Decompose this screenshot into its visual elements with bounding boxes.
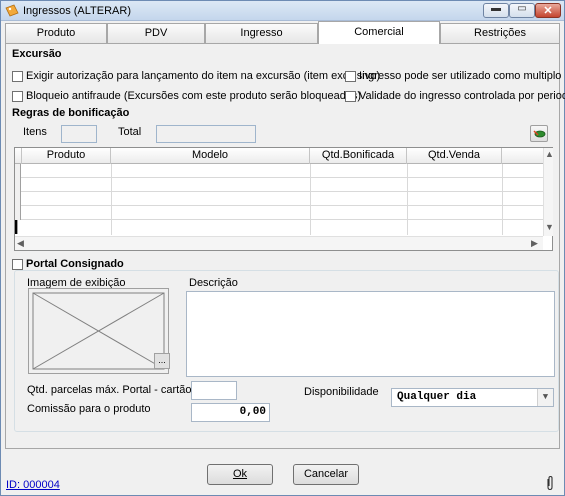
image-placeholder-icon xyxy=(32,292,165,370)
excursao-title: Excursão xyxy=(12,48,62,60)
portal-consignado-checkbox[interactable]: Portal Consignado xyxy=(12,257,124,271)
bonificacao-title: Regras de bonificação xyxy=(12,107,130,119)
portal-consignado-label: Portal Consignado xyxy=(26,258,124,270)
cancel-label: Cancelar xyxy=(303,468,349,480)
validade-periodo-label: Validade do ingresso controlada por peri… xyxy=(359,90,565,102)
checkbox-box[interactable] xyxy=(345,70,356,82)
column-divider xyxy=(502,164,503,235)
ok-label: Ok xyxy=(232,468,248,480)
parcelas-input[interactable] xyxy=(191,381,237,400)
column-divider xyxy=(407,164,408,235)
exigir-autorizacao-checkbox[interactable]: Exigir autorização para lançamento do it… xyxy=(12,69,380,83)
row-indicator xyxy=(15,192,21,206)
table-row[interactable] xyxy=(15,206,543,220)
title-bar[interactable]: Ingressos (ALTERAR) ▬ ▭ ✕ xyxy=(1,1,564,21)
row-indicator xyxy=(15,164,21,178)
close-icon: ✕ xyxy=(543,5,553,17)
grid-horizontal-scrollbar[interactable]: ◀ ▶ xyxy=(15,236,543,250)
portal-group: Imagem de exibição ... Descrição Qtd. pa… xyxy=(14,270,559,432)
total-field xyxy=(156,125,256,143)
descricao-label: Descrição xyxy=(189,277,238,289)
dialog-window: Ingressos (ALTERAR) ▬ ▭ ✕ Produto PDV In… xyxy=(0,0,565,496)
column-header-qtd-bonificada[interactable]: Qtd.Bonificada xyxy=(310,148,407,164)
cancel-button[interactable]: Cancelar xyxy=(293,464,359,485)
column-header-qtd-venda[interactable]: Qtd.Venda xyxy=(407,148,502,164)
row-indicator xyxy=(15,206,21,220)
checkbox-box[interactable] xyxy=(12,258,23,270)
row-indicator xyxy=(15,220,18,234)
table-row[interactable] xyxy=(15,220,543,234)
disponibilidade-select[interactable]: Qualquer dia ▼ xyxy=(391,388,554,407)
add-rule-button[interactable] xyxy=(530,125,548,142)
window-title: Ingressos (ALTERAR) xyxy=(23,5,131,17)
comissao-label: Comissão para o produto xyxy=(27,403,151,415)
itens-field xyxy=(61,125,97,143)
tab-comercial[interactable]: Comercial xyxy=(318,21,440,44)
disponibilidade-label: Disponibilidade xyxy=(304,386,379,398)
chevron-down-icon[interactable]: ▼ xyxy=(537,389,553,406)
total-label: Total xyxy=(118,126,142,138)
image-preview[interactable]: ... xyxy=(28,288,170,374)
tab-panel-comercial: Excursão Exigir autorização para lançame… xyxy=(5,43,565,449)
table-row[interactable] xyxy=(15,178,543,192)
paperclip-icon[interactable] xyxy=(545,475,555,491)
descricao-textarea[interactable] xyxy=(186,291,555,377)
tab-pdv[interactable]: PDV xyxy=(107,23,205,43)
tab-restricoes[interactable]: Restrições xyxy=(440,23,560,43)
scroll-up-icon[interactable]: ▲ xyxy=(545,149,554,159)
itens-label: Itens xyxy=(23,126,47,138)
disponibilidade-value: Qualquer dia xyxy=(397,391,477,403)
browse-image-button[interactable]: ... xyxy=(154,353,170,369)
parcelas-label: Qtd. parcelas máx. Portal - cartão xyxy=(27,384,192,396)
bonificacao-grid[interactable]: Produto Modelo Qtd.Bonificada Qtd.Venda … xyxy=(14,147,554,251)
record-id-link[interactable]: ID: 000004 xyxy=(6,479,60,491)
column-header-produto[interactable]: Produto xyxy=(22,148,111,164)
comissao-input[interactable]: 0,00 xyxy=(191,403,270,422)
row-indicator xyxy=(15,178,21,192)
bloqueio-antifraude-label: Bloqueio antifraude (Excursões com este … xyxy=(26,90,362,102)
column-header-modelo[interactable]: Modelo xyxy=(111,148,310,164)
tab-produto[interactable]: Produto xyxy=(5,23,107,43)
grid-header: Produto Modelo Qtd.Bonificada Qtd.Venda xyxy=(15,148,543,164)
eraser-icon xyxy=(533,130,546,138)
table-row[interactable] xyxy=(15,164,543,178)
close-button[interactable]: ✕ xyxy=(535,3,561,18)
ok-button[interactable]: Ok xyxy=(207,464,273,485)
maximize-button[interactable]: ▭ xyxy=(509,3,535,18)
bloqueio-antifraude-checkbox[interactable]: Bloqueio antifraude (Excursões com este … xyxy=(12,89,361,103)
ingresso-multiplo-label: Ingresso pode ser utilizado como multipl… xyxy=(359,70,562,82)
tab-strip: Produto PDV Ingresso Comercial Restriçõe… xyxy=(5,21,560,44)
scroll-down-icon[interactable]: ▼ xyxy=(545,222,554,232)
checkbox-box[interactable] xyxy=(12,70,23,82)
validade-periodo-checkbox[interactable]: Validade do ingresso controlada por peri… xyxy=(345,89,565,103)
column-divider xyxy=(310,164,311,235)
minimize-button[interactable]: ▬ xyxy=(483,3,509,18)
grid-corner xyxy=(15,148,22,164)
column-divider xyxy=(111,164,112,235)
minimize-icon: ▬ xyxy=(491,3,501,14)
table-row[interactable] xyxy=(15,192,543,206)
grid-vertical-scrollbar[interactable]: ▲ ▼ xyxy=(543,148,554,236)
maximize-icon: ▭ xyxy=(517,3,527,14)
tab-ingresso[interactable]: Ingresso xyxy=(205,23,318,43)
checkbox-box[interactable] xyxy=(12,90,23,102)
ingresso-multiplo-checkbox[interactable]: Ingresso pode ser utilizado como multipl… xyxy=(345,69,561,83)
scroll-right-icon[interactable]: ▶ xyxy=(531,238,538,249)
checkbox-box[interactable] xyxy=(345,90,356,102)
app-icon xyxy=(5,4,19,17)
exigir-autorizacao-label: Exigir autorização para lançamento do it… xyxy=(26,70,380,82)
scroll-left-icon[interactable]: ◀ xyxy=(17,238,24,249)
